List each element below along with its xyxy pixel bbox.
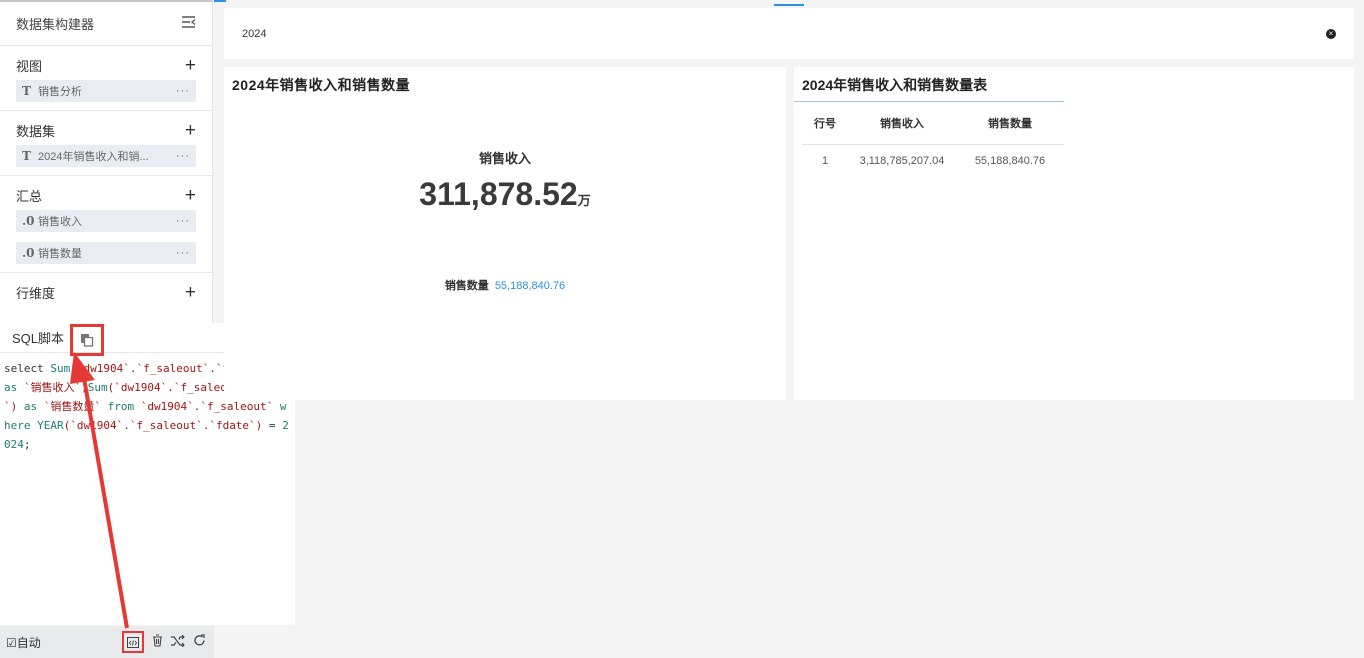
sql-token: Sum <box>87 381 108 394</box>
dataset-section-label: 数据集 <box>16 123 56 139</box>
summary-item-qty[interactable]: .0 销售数量 ··· <box>16 242 196 264</box>
sql-token: , <box>81 381 88 394</box>
kpi-value-unit: 万 <box>577 193 591 208</box>
kpi-card[interactable]: 2024年销售收入和销售数量 销售收入 311,878.52万 销售数量 55,1… <box>224 67 786 400</box>
sql-token: from <box>101 400 141 413</box>
data-table: 行号 销售收入 销售数量 1 3,118,785,207.04 55,188,8… <box>802 102 1064 178</box>
view-item[interactable]: T 销售分析 ··· <box>16 80 196 102</box>
refresh-icon[interactable] <box>193 634 206 650</box>
add-summary-icon[interactable]: + <box>185 186 196 205</box>
add-dataset-icon[interactable]: + <box>185 121 196 140</box>
view-section-label: 视图 <box>16 58 43 74</box>
view-section: 视图 + T 销售分析 ··· <box>0 46 212 111</box>
more-icon[interactable]: ··· <box>176 215 190 227</box>
dataset-section: 数据集 + T 2024年销售收入和销... ··· <box>0 111 212 176</box>
kpi-sub-metric: 销售数量 55,188,840.76 <box>224 277 786 293</box>
numeric-type-icon: .0 <box>22 246 35 260</box>
kpi-sub-value: 55,188,840.76 <box>494 280 566 292</box>
sql-token: = <box>262 419 283 432</box>
sql-token: `dw1904`.`f_saleout` <box>140 400 274 413</box>
add-row-dimension-icon[interactable]: + <box>185 283 196 302</box>
sidebar-title: 数据集构建器 <box>16 17 95 32</box>
text-type-icon: T <box>22 84 31 98</box>
table-row: 1 3,118,785,207.04 55,188,840.76 <box>802 144 1064 178</box>
summary-section-label: 汇总 <box>16 188 43 204</box>
year-filter-bar: 2024 × <box>224 8 1354 59</box>
dataset-item-label: 2024年销售收入和销... <box>38 151 149 163</box>
column-header[interactable]: 行号 <box>802 102 848 145</box>
row-dimension-label: 行维度 <box>16 285 56 301</box>
sql-token: ; <box>23 438 31 451</box>
table-cell: 3,118,785,207.04 <box>859 155 945 168</box>
table-cell: 55,188,840.76 <box>974 155 1046 168</box>
collapse-sidebar-icon[interactable] <box>182 16 196 31</box>
kpi-sub-label: 销售数量 <box>444 280 489 292</box>
table-cell: 1 <box>821 155 829 168</box>
table-card[interactable]: 2024年销售收入和销售数量表 行号 销售收入 销售数量 1 3,118,785… <box>794 67 1354 400</box>
kpi-main-label: 销售收入 <box>478 151 531 166</box>
kpi-value-number: 311,878.52 <box>419 176 578 212</box>
view-item-label: 销售分析 <box>38 86 82 98</box>
sql-bottom-toolbar: ☑自动 <box>0 626 214 658</box>
summary-item-label: 销售收入 <box>38 216 82 228</box>
text-type-icon: T <box>22 149 31 163</box>
row-dimension-section: 行维度 + <box>0 273 212 311</box>
column-header[interactable]: 销售数量 <box>956 102 1064 145</box>
sql-token: `销售收入` <box>23 381 82 394</box>
sidebar-header: 数据集构建器 <box>0 2 212 46</box>
sql-panel-title: SQL脚本 <box>12 331 65 346</box>
sql-token: `销售数量` <box>43 400 101 413</box>
sql-token: Sum <box>50 362 71 375</box>
tab-indicator <box>774 4 804 6</box>
sql-token: as <box>17 400 44 413</box>
clear-filter-icon[interactable]: × <box>1326 28 1336 39</box>
dataset-builder-sidebar: 数据集构建器 视图 + T 销售分析 ··· 数据集 + T 2024年销售收入… <box>0 0 213 323</box>
sql-token: (`dw1904`.`f_saleout`.`fdate`) <box>63 419 263 432</box>
summary-item-income[interactable]: .0 销售收入 ··· <box>16 210 196 232</box>
kpi-card-title: 2024年销售收入和销售数量 <box>232 77 411 93</box>
more-icon[interactable]: ··· <box>176 150 190 162</box>
sql-token: select <box>4 362 51 375</box>
summary-section: 汇总 + .0 销售收入 ··· .0 销售数量 ··· <box>0 176 212 273</box>
column-header[interactable]: 销售收入 <box>848 102 956 145</box>
more-icon[interactable]: ··· <box>176 85 190 97</box>
kpi-main-value: 311,878.52万 <box>224 176 786 213</box>
dataset-item[interactable]: T 2024年销售收入和销... ··· <box>16 145 196 167</box>
sql-token: YEAR <box>37 419 64 432</box>
shuffle-icon[interactable] <box>171 634 185 650</box>
table-header-row: 行号 销售收入 销售数量 <box>802 102 1064 145</box>
auto-checkbox[interactable]: ☑自动 <box>6 634 122 651</box>
code-view-icon[interactable] <box>122 631 144 653</box>
table-card-title: 2024年销售收入和销售数量表 <box>794 67 1064 102</box>
numeric-type-icon: .0 <box>22 214 35 228</box>
copy-icon[interactable] <box>70 323 105 356</box>
add-view-icon[interactable]: + <box>185 56 196 75</box>
more-icon[interactable]: ··· <box>176 247 190 259</box>
summary-item-label: 销售数量 <box>38 248 82 260</box>
delete-icon[interactable] <box>152 634 163 650</box>
year-filter-value[interactable]: 2024 <box>242 28 266 40</box>
tab-indicator <box>214 0 226 2</box>
